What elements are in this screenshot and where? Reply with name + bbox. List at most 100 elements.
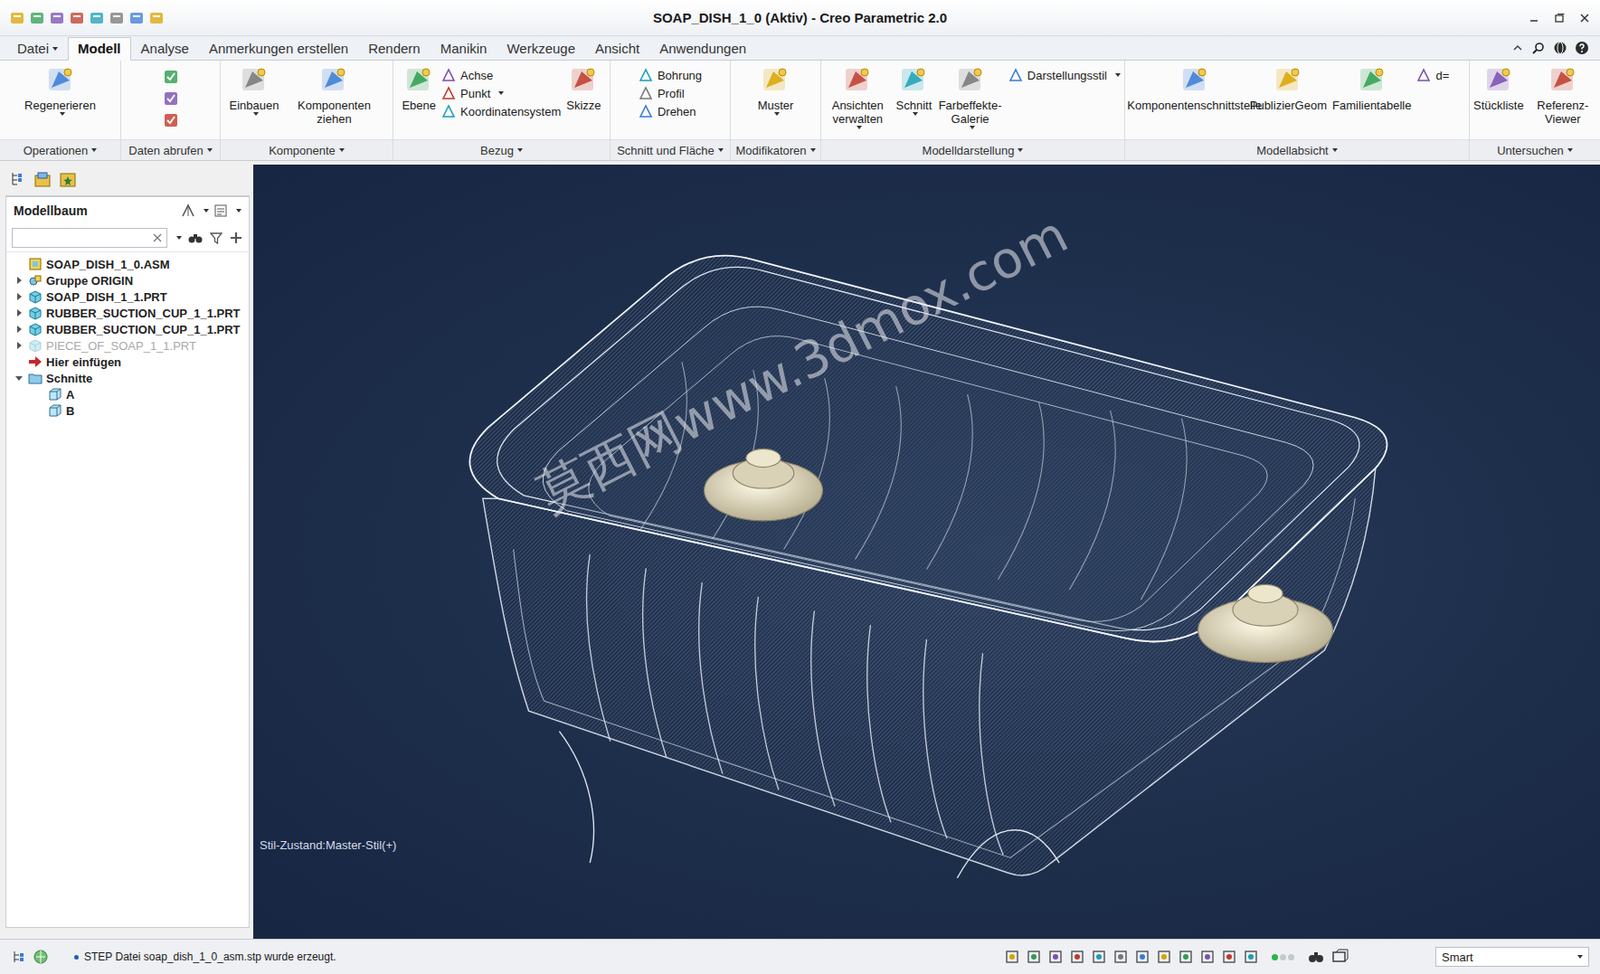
publiziergeom-button[interactable]: PublizierGeom (1249, 64, 1327, 113)
expand-arrow-icon[interactable] (17, 276, 22, 285)
ribbon-group-label[interactable]: Untersuchen (1469, 139, 1600, 161)
achse-button[interactable]: Achse (441, 67, 561, 83)
expander[interactable] (13, 325, 25, 333)
ribbon-tab[interactable]: Anmerkungen erstellen (198, 37, 359, 60)
quick-access-icon[interactable] (108, 9, 125, 27)
view-tool-icon[interactable] (1155, 948, 1173, 966)
ribbon-tab[interactable]: Analyse (131, 37, 199, 60)
ribbon-group-label[interactable]: Komponente (220, 139, 393, 161)
familientabelle-button[interactable]: Familientabelle (1332, 64, 1411, 113)
quick-access-icon[interactable] (68, 9, 86, 27)
expander[interactable] (13, 341, 25, 350)
find-icon[interactable] (1306, 947, 1326, 966)
farbeffekte-galerie-button[interactable]: Farbeffekte-Galerie (937, 64, 1004, 130)
tree-tab-icon[interactable] (9, 170, 28, 189)
punkt-button[interactable]: Punkt (441, 85, 561, 101)
view-tool-icon[interactable] (1112, 948, 1129, 966)
regenerieren-button[interactable]: Regenerieren (24, 64, 96, 116)
ribbon-tab[interactable]: Rendern (358, 37, 431, 60)
selection-filter-dropdown[interactable]: Smart (1435, 946, 1590, 967)
quick-access-icon[interactable] (28, 9, 46, 27)
expand-arrow-icon[interactable] (17, 325, 22, 333)
ribbon-tab[interactable]: Ansicht (585, 37, 650, 60)
view-tool-icon[interactable] (1199, 948, 1216, 966)
filter-icon[interactable] (208, 230, 224, 246)
komponentenschnittstelle-button[interactable]: Komponentenschnittstelle (1145, 64, 1245, 113)
tool-icon[interactable] (161, 67, 180, 86)
tree-item[interactable]: A (6, 386, 249, 403)
soap-dish-model[interactable] (253, 164, 1600, 939)
expand-arrow-icon[interactable] (17, 341, 22, 350)
browser-icon[interactable] (32, 948, 49, 966)
collapse-icon[interactable] (1511, 41, 1525, 55)
tree-item[interactable]: B (6, 402, 249, 419)
st-ckliste-button[interactable]: Stückliste (1473, 64, 1525, 113)
ribbon-tab[interactable]: Werkzeuge (496, 37, 586, 60)
bohrung-button[interactable]: Bohrung (638, 67, 702, 83)
expand-arrow-icon[interactable] (17, 309, 22, 317)
profil-button[interactable]: Profil (638, 85, 702, 101)
quick-access-icon[interactable] (88, 9, 105, 27)
quick-access-icon[interactable] (9, 9, 26, 27)
ribbon-tab[interactable]: Anwendungen (649, 37, 757, 60)
close-icon[interactable] (1578, 11, 1591, 25)
ribbon-group-label[interactable]: Daten abrufen (121, 139, 220, 161)
ribbon-group-label[interactable]: Schnitt und Fläche (610, 139, 730, 161)
help-icon[interactable] (1574, 40, 1590, 56)
tree-item[interactable]: SOAP_DISH_1_1.PRT (6, 288, 249, 305)
expander[interactable] (13, 276, 25, 285)
view-tool-icon[interactable] (1003, 948, 1021, 966)
suction-cup[interactable] (1198, 584, 1334, 663)
favorites-tab-icon[interactable] (57, 170, 78, 190)
folder-tab-icon[interactable] (32, 170, 53, 190)
einbauen-button[interactable]: Einbauen (229, 64, 280, 116)
drehen-button[interactable]: Drehen (638, 104, 702, 119)
view-tool-icon[interactable] (1177, 948, 1194, 966)
search-icon[interactable] (1531, 40, 1546, 56)
ribbon-group-label[interactable]: Modelldarstellung (821, 139, 1125, 161)
graphics-window[interactable]: 莫西网www.3dmox.comStil-Zustand:Master-Stil… (253, 164, 1600, 939)
add-icon[interactable] (228, 230, 244, 246)
tree-item[interactable]: RUBBER_SUCTION_CUP_1_1.PRT (6, 321, 249, 338)
tree-item[interactable]: Hier einfügen (6, 353, 249, 370)
ribbon-tab[interactable]: Modell (67, 37, 132, 61)
tree-item[interactable]: Gruppe ORIGIN (6, 272, 249, 289)
dropdown-arrow-icon[interactable] (176, 236, 182, 240)
muster-button[interactable]: Muster (757, 64, 795, 116)
expander[interactable] (13, 376, 25, 381)
window-icon[interactable] (1330, 947, 1349, 966)
tool-icon[interactable] (161, 89, 180, 108)
binoculars-icon[interactable] (187, 229, 204, 247)
quick-access-icon[interactable] (128, 9, 145, 27)
quick-access-icon[interactable] (148, 9, 165, 27)
view-tool-icon[interactable] (1025, 948, 1042, 966)
expander[interactable] (13, 309, 25, 317)
ribbon-tab[interactable]: Manikin (430, 37, 498, 60)
view-tool-icon[interactable] (1069, 948, 1086, 966)
tree-item[interactable]: Schnitte (6, 369, 249, 387)
view-tool-icon[interactable] (1090, 948, 1108, 966)
ribbon-tab[interactable]: Datei (7, 37, 68, 60)
ribbon-group-label[interactable]: Modellabsicht (1125, 139, 1469, 161)
komponenten-ziehen-button[interactable]: Komponenten ziehen (284, 64, 384, 126)
view-tool-icon[interactable] (1047, 948, 1064, 966)
view-tool-icon[interactable] (1242, 948, 1260, 966)
clear-icon[interactable] (152, 233, 162, 243)
tree-item[interactable]: PIECE_OF_SOAP_1_1.PRT (6, 337, 249, 354)
minimize-icon[interactable] (1527, 11, 1541, 25)
tree-search-field[interactable] (11, 227, 168, 248)
restore-icon[interactable] (1552, 11, 1566, 25)
settings-icon[interactable] (179, 202, 197, 219)
ribbon-group-label[interactable]: Operationen (0, 139, 121, 161)
tree-item[interactable]: SOAP_DISH_1_0.ASM (6, 255, 249, 273)
tree-item[interactable]: RUBBER_SUCTION_CUP_1_1.PRT (6, 304, 249, 322)
quick-access-icon[interactable] (48, 9, 66, 27)
tool-icon[interactable] (161, 111, 180, 130)
expand-arrow-icon[interactable] (17, 293, 22, 301)
ebene-button[interactable]: Ebene (401, 64, 436, 113)
view-tool-icon[interactable] (1134, 948, 1151, 966)
expander[interactable] (13, 293, 25, 301)
view-tool-icon[interactable] (1221, 948, 1238, 966)
dropdown-arrow-icon[interactable] (203, 208, 209, 213)
ribbon-group-label[interactable]: Modifikatoren (730, 139, 821, 161)
